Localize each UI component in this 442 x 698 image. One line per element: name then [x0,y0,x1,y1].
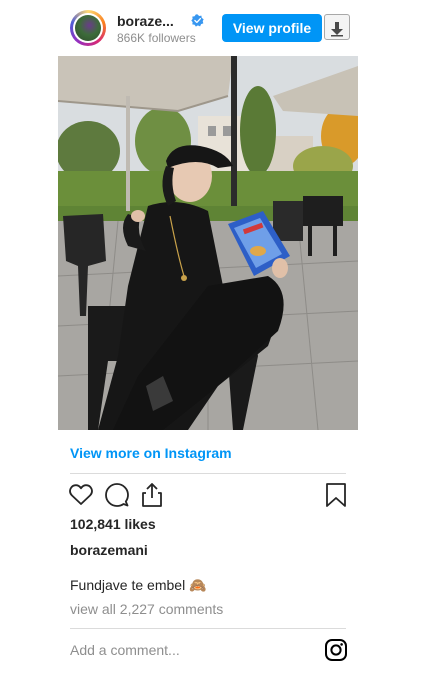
comment-icon[interactable] [104,482,130,508]
download-button[interactable] [324,14,350,40]
username[interactable]: boraze... [117,13,174,29]
action-bar [68,482,348,510]
view-profile-button[interactable]: View profile [222,14,322,42]
bookmark-icon[interactable] [323,482,349,508]
post-photo-illustration [58,56,358,430]
view-more-on-instagram-link[interactable]: View more on Instagram [70,445,232,461]
heart-icon[interactable] [68,482,94,508]
divider [70,473,346,474]
post-owner-username[interactable]: borazemani [70,542,148,558]
post-photo[interactable] [58,56,358,430]
follower-count: 866K followers [117,31,196,45]
instagram-embed: boraze... 866K followers View profile Vi… [58,0,358,698]
verified-badge-icon [191,14,204,27]
avatar-frame [73,13,103,43]
instagram-logo-icon[interactable] [324,638,348,662]
post-header: boraze... 866K followers View profile [70,10,350,46]
view-all-comments-link[interactable]: view all 2,227 comments [70,601,223,617]
avatar[interactable] [70,10,106,46]
download-arrow-icon [331,22,343,37]
divider [70,628,346,629]
avatar-image [75,15,101,41]
add-comment-input[interactable] [70,640,310,660]
like-count[interactable]: 102,841 likes [70,516,156,532]
post-caption: Fundjave te embel 🙈 [70,577,207,593]
share-icon[interactable] [139,482,165,508]
